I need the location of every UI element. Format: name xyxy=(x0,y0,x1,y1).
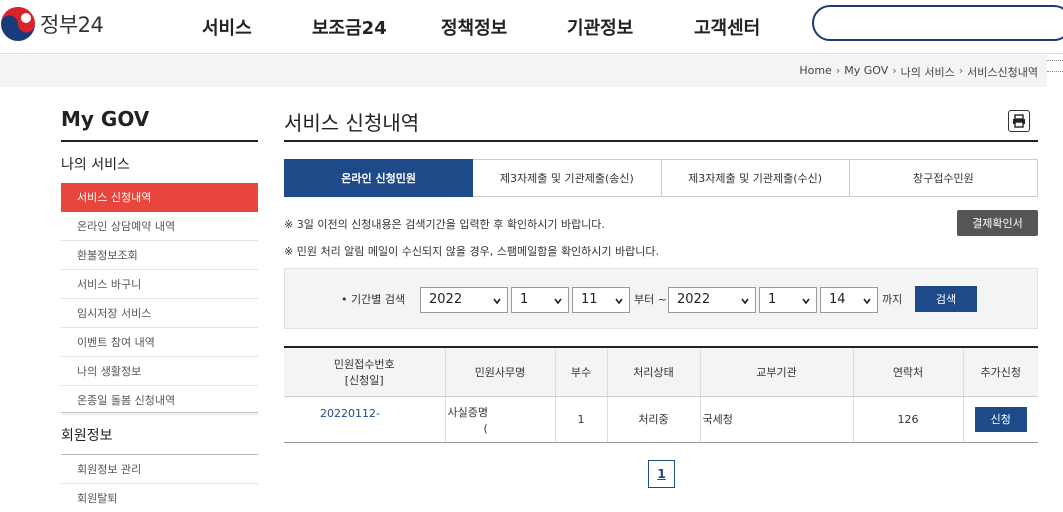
notice-text: ※ 민원 처리 알림 메일이 수신되지 않을 경우, 스팸메일함을 확인하시기 … xyxy=(284,245,660,258)
sidebar-item-consult-reservation[interactable]: 온라인 상담예약 내역 xyxy=(61,212,258,241)
cell-receipt-number: 20220112- xyxy=(284,396,445,443)
from-month-value: 1 xyxy=(520,292,529,307)
to-year-value: 2022 xyxy=(677,292,711,307)
nav-service[interactable]: 서비스 xyxy=(202,14,252,40)
nav-subsidy[interactable]: 보조금24 xyxy=(312,14,387,40)
tab-third-party-send[interactable]: 제3자제출 및 기관제출(송신) xyxy=(473,159,662,197)
divider xyxy=(1047,60,1063,61)
chevron-down-icon xyxy=(741,298,749,305)
sidebar-item-temp-saved[interactable]: 임시저장 서비스 xyxy=(61,299,258,328)
cell-action: 신청 xyxy=(962,396,1038,443)
col-copies: 부수 xyxy=(554,347,607,397)
period-search-label: • 기간별 검색 xyxy=(341,293,406,306)
page-title: 서비스 신청내역 xyxy=(284,111,420,135)
nav-policy[interactable]: 정책정보 xyxy=(441,14,507,40)
sidebar-item-member-manage[interactable]: 회원정보 관리 xyxy=(61,455,258,484)
sidebar-item-life-info[interactable]: 나의 생활정보 xyxy=(61,357,258,386)
col-receipt-number: 민원접수번호 [신청일] xyxy=(284,347,445,397)
to-text: 까지 xyxy=(882,293,903,306)
sidebar-group-member[interactable]: 회원정보 xyxy=(61,425,113,445)
to-year-select[interactable]: 2022 xyxy=(668,287,756,313)
sidebar-item-care[interactable]: 온종일 돌봄 신청내역 xyxy=(61,386,258,415)
chevron-right-icon: › xyxy=(958,64,964,77)
breadcrumb-home[interactable]: Home xyxy=(799,64,831,80)
breadcrumb: Home › My GOV › 나의 서비스 › 서비스신청내역 xyxy=(799,64,1038,80)
service-name-line: ( xyxy=(483,421,488,435)
breadcrumb-mygov[interactable]: My GOV xyxy=(844,64,888,80)
sidebar-title: My GOV xyxy=(61,107,150,131)
printer-icon xyxy=(1013,114,1025,128)
breadcrumb-my-service[interactable]: 나의 서비스 xyxy=(901,64,955,80)
search-button[interactable]: 검색 xyxy=(915,286,977,312)
tab-third-party-receive[interactable]: 제3자제출 및 기관제출(수신) xyxy=(661,159,850,197)
chevron-down-icon xyxy=(615,298,623,305)
service-name-line: 사실증명 xyxy=(447,405,488,419)
taegeuk-logo-icon xyxy=(1,7,35,41)
result-table: 민원접수번호 [신청일] 민원사무명 부수 처리상태 교부기관 연락처 추가신청… xyxy=(284,346,1038,443)
logo-text: 정부24 xyxy=(40,13,104,37)
col-agency: 교부기관 xyxy=(699,347,853,397)
chevron-right-icon: › xyxy=(835,64,841,77)
divider xyxy=(61,412,258,413)
to-month-select[interactable]: 1 xyxy=(759,287,817,313)
search-panel: • 기간별 검색 2022 1 11 부터 ~ 2022 1 14 까지 검색 xyxy=(284,268,1038,329)
from-day-select[interactable]: 11 xyxy=(572,287,630,313)
sidebar-item-service-basket[interactable]: 서비스 바구니 xyxy=(61,270,258,299)
chevron-down-icon xyxy=(863,298,871,305)
chevron-down-icon xyxy=(554,298,562,305)
sidebar-item-service-history[interactable]: 서비스 신청내역 xyxy=(61,183,258,212)
col-service-name: 민원사무명 xyxy=(444,347,555,397)
from-year-value: 2022 xyxy=(429,292,463,307)
breadcrumb-bar: Home › My GOV › 나의 서비스 › 서비스신청내역 xyxy=(0,55,1047,87)
logo[interactable]: 정부24 xyxy=(0,6,104,42)
from-year-select[interactable]: 2022 xyxy=(420,287,508,313)
sidebar-group-my-service[interactable]: 나의 서비스 xyxy=(61,154,130,174)
apply-button[interactable]: 신청 xyxy=(974,406,1027,432)
sidebar-list: 서비스 신청내역 온라인 상담예약 내역 환불정보조회 서비스 바구니 임시저장… xyxy=(61,183,258,415)
tab-bar: 온라인 신청민원 제3자제출 및 기관제출(송신) 제3자제출 및 기관제출(수… xyxy=(284,159,1038,197)
breadcrumb-current[interactable]: 서비스신청내역 xyxy=(967,64,1038,80)
col-additional: 추가신청 xyxy=(962,347,1038,397)
search-input[interactable] xyxy=(812,5,1063,41)
nav-agency[interactable]: 기관정보 xyxy=(567,14,633,40)
notice-text: ※ 3일 이전의 신청내용은 검색기간을 입력한 후 확인하시기 바랍니다. xyxy=(284,218,605,231)
from-text: 부터 ~ xyxy=(634,293,667,306)
chevron-right-icon: › xyxy=(892,64,897,77)
tab-online-apply[interactable]: 온라인 신청민원 xyxy=(284,159,474,197)
receipt-number-link[interactable]: 20220112- xyxy=(320,407,380,420)
header: 정부24 서비스 보조금24 정책정보 기관정보 고객센터 xyxy=(0,0,1063,54)
chevron-down-icon xyxy=(802,298,810,305)
col-apply-date-label: [신청일] xyxy=(344,373,384,387)
to-day-value: 14 xyxy=(829,292,846,307)
chevron-down-icon xyxy=(493,298,501,305)
sidebar-item-refund[interactable]: 환불정보조회 xyxy=(61,241,258,270)
divider xyxy=(61,140,258,142)
page-number[interactable]: 1 xyxy=(648,460,675,488)
divider xyxy=(1047,71,1063,72)
tab-counter-apply[interactable]: 창구접수민원 xyxy=(849,159,1038,197)
cell-copies: 1 xyxy=(554,396,607,443)
table-header-row: 민원접수번호 [신청일] 민원사무명 부수 처리상태 교부기관 연락처 추가신청 xyxy=(284,347,1038,397)
nav-customer-center[interactable]: 고객센터 xyxy=(694,14,760,40)
sidebar-item-withdraw[interactable]: 회원탈퇴 xyxy=(61,484,258,512)
sidebar-list-member: 회원정보 관리 회원탈퇴 xyxy=(61,455,258,512)
cell-agency: 국세청 xyxy=(699,396,853,443)
to-month-value: 1 xyxy=(768,292,777,307)
to-day-select[interactable]: 14 xyxy=(820,287,878,313)
sidebar-item-event[interactable]: 이벤트 참여 내역 xyxy=(61,328,258,357)
cell-contact: 126 xyxy=(852,396,963,443)
col-receipt-number-label: 민원접수번호 xyxy=(333,357,395,371)
cell-service-name: 사실증명 ( xyxy=(444,396,555,443)
col-status: 처리상태 xyxy=(606,347,700,397)
cell-status: 처리중 xyxy=(606,396,700,443)
col-contact: 연락처 xyxy=(852,347,963,397)
from-day-value: 11 xyxy=(581,292,598,307)
payment-confirm-button[interactable]: 결제확인서 xyxy=(957,210,1038,236)
divider xyxy=(284,140,1038,142)
table-row: 20220112- 사실증명 ( 1 처리중 국세청 126 신청 xyxy=(284,396,1038,443)
from-month-select[interactable]: 1 xyxy=(511,287,569,313)
print-button[interactable] xyxy=(1008,110,1030,132)
